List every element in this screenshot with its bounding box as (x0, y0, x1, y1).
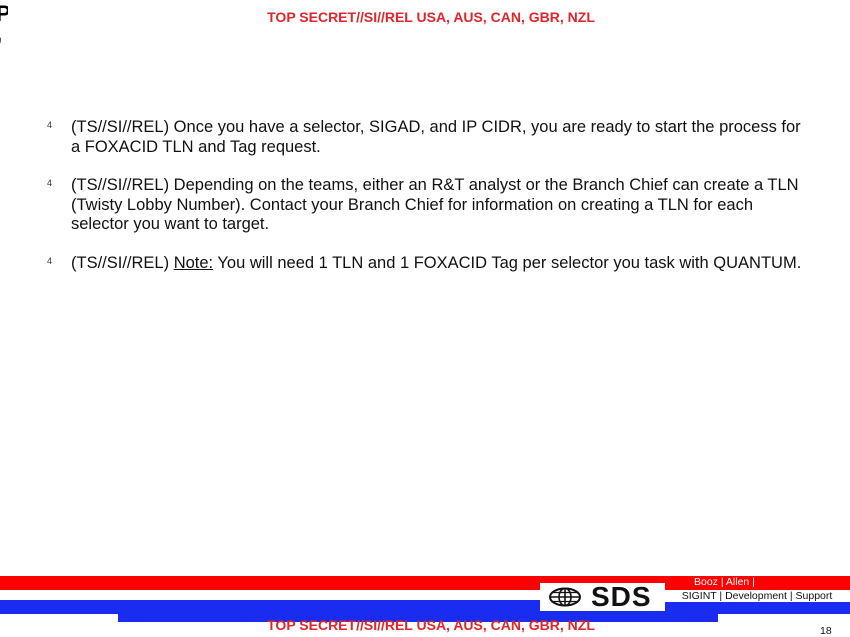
bullet-marker: 4 (47, 120, 53, 130)
bullet-list: 4 (TS//SI//REL) Once you have a selector… (44, 118, 814, 292)
classification-banner-top: TOP SECRET//SI//REL USA, AUS, CAN, GBR, … (267, 9, 595, 25)
sds-logo-text: SDS (591, 581, 652, 612)
bullet-item: 4 (TS//SI//REL) Once you have a selector… (44, 118, 814, 157)
bullet-marker: 4 (47, 178, 53, 188)
bullet-marker: 4 (47, 255, 53, 266)
company-subtitle: SIGINT | Development | Support (664, 590, 850, 602)
globe-icon (549, 587, 581, 607)
bullet-prefix: (TS//SI//REL) (71, 253, 174, 272)
bullet-text: (TS//SI//REL) Once you have a selector, … (71, 118, 801, 156)
note-label: Note: (173, 253, 214, 272)
footer-stripe-blue (0, 600, 850, 614)
bullet-item: 4 (TS//SI//REL) Note: You will need 1 TL… (44, 254, 814, 274)
bullet-item: 4 (TS//SI//REL) Depending on the teams, … (44, 176, 814, 235)
classification-banner-bottom: TOP SECRET//SI//REL USA, AUS, CAN, GBR, … (267, 617, 595, 633)
page-number: 18 (820, 625, 832, 637)
bullet-text: You will need 1 TLN and 1 FOXACID Tag pe… (213, 253, 802, 272)
company-team: Team (740, 602, 766, 614)
bullet-text: (TS//SI//REL) Depending on the teams, ei… (71, 176, 799, 233)
